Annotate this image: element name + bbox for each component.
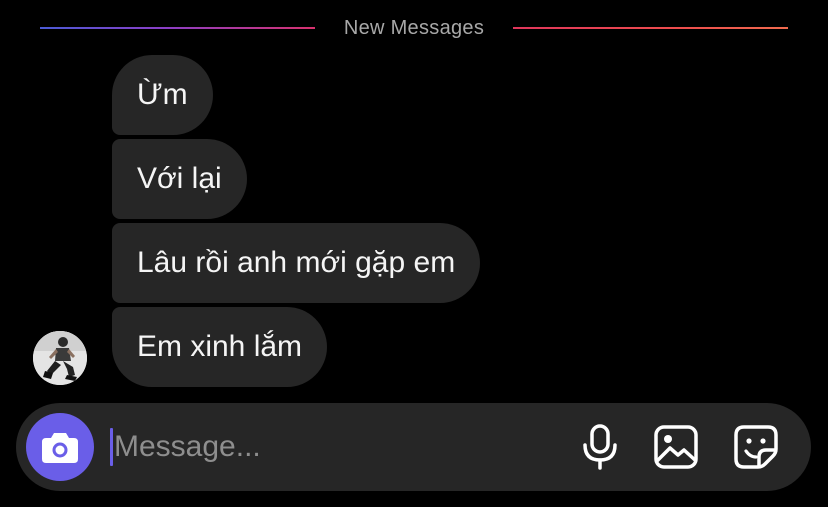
- message-bubble[interactable]: Lâu rồi anh mới gặp em: [112, 223, 481, 303]
- avatar-photo: [33, 331, 87, 385]
- camera-button[interactable]: [26, 413, 94, 481]
- sticker-icon: [734, 425, 778, 469]
- new-messages-label: New Messages: [343, 17, 485, 39]
- message-text: Lâu rồi anh mới gặp em: [137, 246, 456, 279]
- divider-line-left: [40, 27, 315, 29]
- divider-line-right: [513, 27, 788, 29]
- message-text: Với lại: [137, 162, 222, 195]
- image-icon: [654, 425, 698, 469]
- new-messages-divider: New Messages: [40, 14, 788, 42]
- message-input[interactable]: [110, 425, 554, 469]
- microphone-icon: [583, 424, 617, 470]
- message-text: Ừm: [137, 78, 188, 111]
- message-bubble[interactable]: Ừm: [112, 55, 213, 135]
- message-text: Em xinh lắm: [137, 330, 303, 363]
- voice-message-button[interactable]: [576, 423, 624, 471]
- sticker-button[interactable]: [732, 423, 780, 471]
- sender-avatar[interactable]: [33, 331, 87, 385]
- gallery-button[interactable]: [652, 423, 700, 471]
- message-bubble[interactable]: Với lại: [112, 139, 247, 219]
- message-composer: [16, 403, 811, 491]
- camera-icon: [42, 433, 78, 463]
- message-bubble[interactable]: Em xinh lắm: [112, 307, 328, 387]
